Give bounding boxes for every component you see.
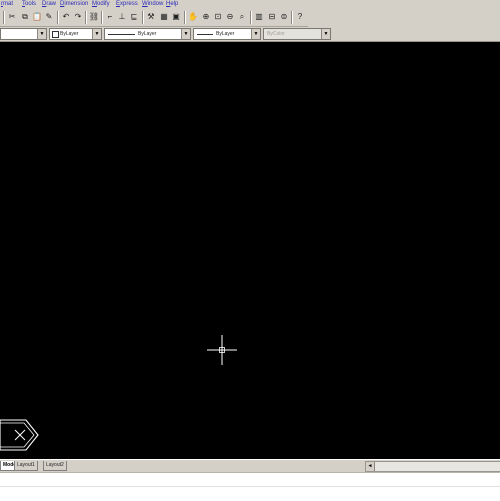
ucs-icon[interactable]: ⊥ — [116, 11, 128, 23]
toolbar-separator — [291, 11, 293, 24]
crosshair-cursor-icon — [207, 335, 237, 365]
color-value: ByLayer — [60, 31, 79, 37]
toolbar-separator — [142, 11, 144, 24]
lineweight-dropdown[interactable]: ByLayer ▼ — [193, 28, 261, 40]
toolbar-separator — [3, 11, 5, 24]
tool-palettes-icon[interactable]: ▣ — [170, 11, 182, 23]
tab-layout2[interactable]: Layout2 — [43, 461, 67, 471]
toolbar-separator — [57, 11, 59, 24]
menu-dimension[interactable]: Dimension — [60, 0, 88, 9]
osnap-icon[interactable]: ⌐ — [104, 11, 116, 23]
distance-icon[interactable]: ⊜ — [278, 11, 290, 23]
hyperlink-icon[interactable]: ⛓ — [88, 11, 100, 23]
chevron-down-icon[interactable]: ▼ — [181, 29, 190, 39]
menu-bar: rmat Tools Draw Dimension Modify Express… — [0, 0, 500, 9]
lineweight-preview — [197, 34, 213, 35]
command-line-divider — [0, 486, 500, 487]
design-center-icon[interactable]: ▦ — [158, 11, 170, 23]
horizontal-scrollbar[interactable]: ◄ — [365, 461, 500, 472]
chevron-down-icon: ▼ — [321, 29, 330, 39]
menu-express[interactable]: Express — [116, 0, 138, 9]
zoom-realtime-icon[interactable]: ⊕ — [200, 11, 212, 23]
linetype-preview — [108, 34, 135, 35]
help-icon[interactable]: ? — [294, 11, 306, 23]
properties-toolbar: ▼ ByLayer ▼ ByLayer ▼ ByLayer ▼ ByColor … — [0, 27, 500, 42]
menu-format[interactable]: rmat — [1, 0, 13, 9]
match-properties-icon[interactable]: ✎ — [43, 11, 55, 23]
ucs-icon — [0, 419, 39, 451]
linetype-value: ByLayer — [138, 31, 157, 37]
chevron-down-icon[interactable]: ▼ — [37, 29, 46, 39]
menu-help[interactable]: Help — [166, 0, 178, 9]
properties-icon[interactable]: ⚒ — [145, 11, 157, 23]
menu-window[interactable]: Window — [142, 0, 163, 9]
plotstyle-dropdown: ByColor ▼ — [263, 28, 331, 40]
toolbar-separator — [250, 11, 252, 24]
layout-tab-bar: Model Layout1 Layout2 ◄ — [0, 459, 500, 472]
layer-dropdown[interactable]: ▼ — [0, 28, 47, 40]
undo-icon[interactable]: ↶ — [60, 11, 72, 23]
plotstyle-value: ByColor — [267, 31, 285, 37]
named-views-icon[interactable]: ▥ — [253, 11, 265, 23]
zoom-extents-icon[interactable]: ⌕ — [236, 11, 248, 23]
paste-icon[interactable]: 📋 — [31, 11, 43, 23]
drawing-canvas[interactable] — [0, 42, 500, 459]
lineweight-value: ByLayer — [216, 31, 235, 37]
cut-icon[interactable]: ✂ — [6, 11, 18, 23]
menu-draw[interactable]: Draw — [42, 0, 56, 9]
redraw-icon[interactable]: ⊑ — [128, 11, 140, 23]
redo-icon[interactable]: ↷ — [72, 11, 84, 23]
copy-icon[interactable]: ⧉ — [19, 11, 31, 23]
menu-modify[interactable]: Modify — [92, 0, 110, 9]
toolbar-separator — [85, 11, 87, 24]
chevron-down-icon[interactable]: ▼ — [251, 29, 260, 39]
color-dropdown[interactable]: ByLayer ▼ — [49, 28, 102, 40]
menu-tools[interactable]: Tools — [22, 0, 36, 9]
color-swatch — [52, 31, 59, 38]
command-line[interactable] — [0, 472, 500, 501]
aerial-view-icon[interactable]: ⊟ — [266, 11, 278, 23]
pan-icon[interactable]: ✋ — [187, 11, 199, 23]
zoom-window-icon[interactable]: ⊡ — [212, 11, 224, 23]
toolbar-separator — [184, 11, 186, 24]
toolbar-separator — [101, 11, 103, 24]
linetype-dropdown[interactable]: ByLayer ▼ — [104, 28, 191, 40]
scroll-left-icon[interactable]: ◄ — [366, 462, 375, 471]
chevron-down-icon[interactable]: ▼ — [92, 29, 101, 39]
standard-toolbar: ✂ ⧉ 📋 ✎ ↶ ↷ ⛓ ⌐ ⊥ ⊑ ⚒ ▦ ▣ ✋ ⊕ ⊡ ⊖ ⌕ ▥ ⊟ … — [0, 9, 308, 27]
zoom-previous-icon[interactable]: ⊖ — [224, 11, 236, 23]
tab-layout1[interactable]: Layout1 — [14, 461, 38, 471]
